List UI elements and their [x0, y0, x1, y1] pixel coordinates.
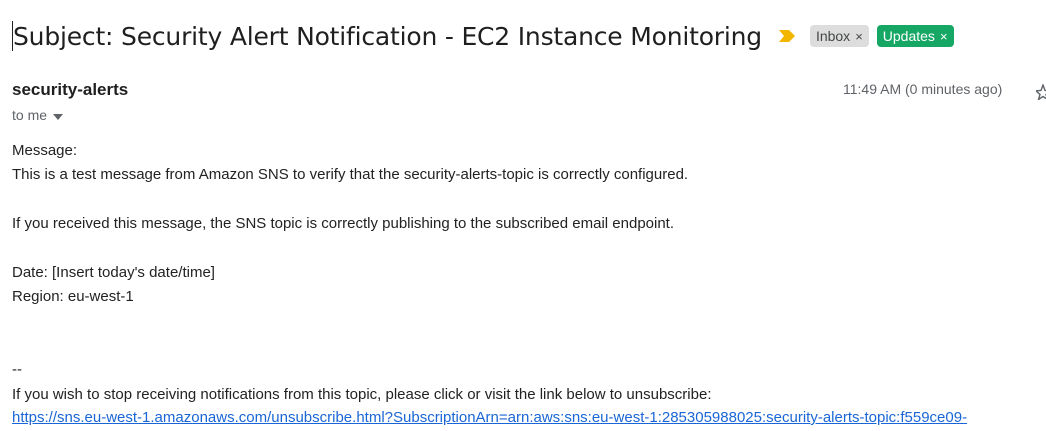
- sender-name[interactable]: security-alerts: [12, 80, 128, 100]
- remove-label-inbox-icon[interactable]: ×: [855, 29, 863, 44]
- region-line: Region: eu-west-1: [12, 288, 134, 305]
- label-chip-inbox: Inbox ×: [809, 25, 869, 47]
- email-subject: Subject: Security Alert Notification - E…: [13, 21, 762, 51]
- unsubscribe-text: If you wish to stop receiving notificati…: [12, 386, 712, 403]
- unsubscribe-link[interactable]: https://sns.eu-west-1.amazonaws.com/unsu…: [12, 409, 967, 427]
- label-inbox-text: Inbox: [815, 28, 851, 44]
- label-updates-text: Updates: [882, 28, 935, 44]
- importance-marker-icon[interactable]: [778, 29, 796, 43]
- date-line: Date: [Insert today's date/time]: [12, 264, 215, 281]
- subject-row: Subject: Security Alert Notification - E…: [12, 16, 954, 56]
- remove-label-updates-icon[interactable]: ×: [940, 29, 948, 44]
- label-chip-updates: Updates ×: [876, 25, 954, 47]
- star-icon[interactable]: [1034, 82, 1046, 102]
- message-line-2: If you received this message, the SNS to…: [12, 215, 675, 232]
- recipient-details-toggle[interactable]: to me: [12, 107, 64, 123]
- message-label: Message:: [12, 142, 78, 159]
- message-line-1: This is a test message from Amazon SNS t…: [12, 166, 689, 183]
- recipient-label: to me: [12, 107, 48, 123]
- message-timestamp: 11:49 AM (0 minutes ago): [843, 81, 1003, 97]
- signature-separator: --: [12, 361, 22, 378]
- chevron-down-icon[interactable]: [53, 107, 64, 123]
